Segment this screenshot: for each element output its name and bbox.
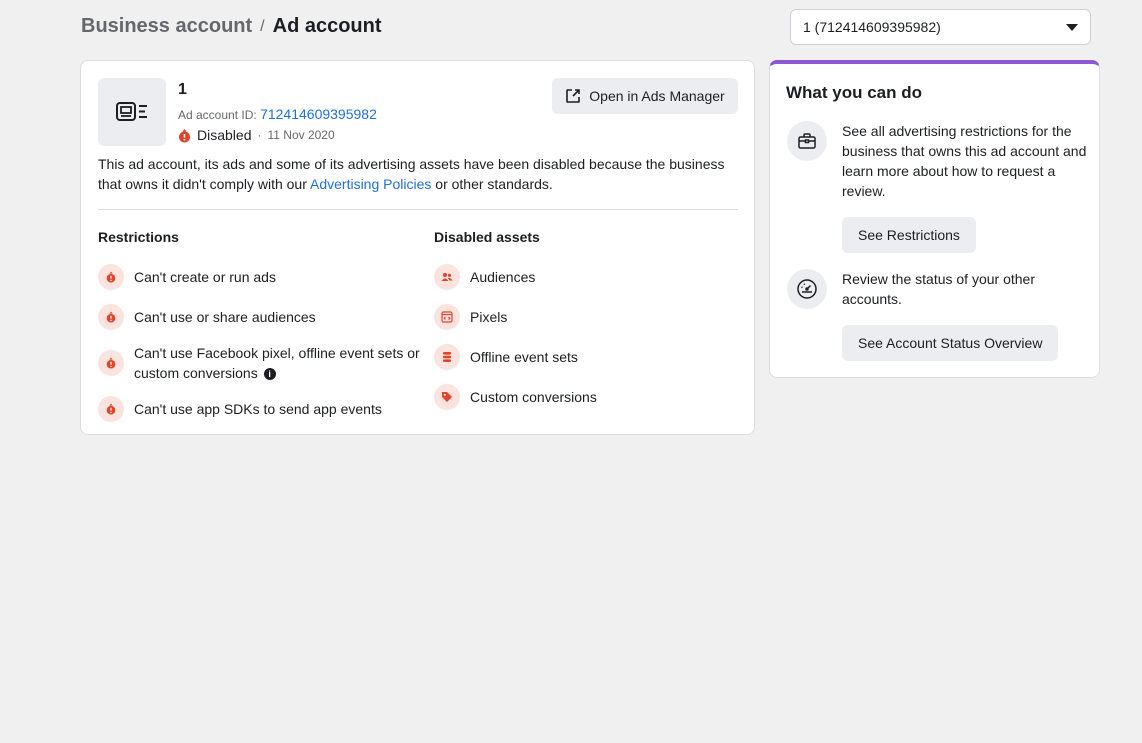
restriction-label: Can't create or run ads [134,269,276,285]
ad-account-name: 1 [178,81,187,98]
disabled-asset-label: Offline event sets [470,349,578,365]
restriction-label: Can't use or share audiences [134,309,316,325]
status-row: Disabled · 11 Nov 2020 [178,127,335,143]
tag-icon [434,384,460,410]
ad-account-icon [98,78,166,146]
open-in-ads-manager-label: Open in Ads Manager [589,88,725,104]
status-separator: · [257,128,262,142]
ad-account-id-link[interactable]: 712414609395982 [260,106,377,122]
info-icon[interactable]: i [263,368,276,380]
restrictions-list: Can't create or run ads Can't use or sha… [98,257,428,429]
what-you-can-do-title: What you can do [786,83,922,102]
see-account-status-overview-button[interactable]: See Account Status Overview [842,325,1059,361]
disabled-asset-item: Custom conversions [434,377,734,417]
people-icon [434,264,460,290]
restriction-item: Can't use Facebook pixel, offline event … [98,337,428,389]
restriction-label: Can't use app SDKs to send app events [134,401,382,417]
restrictions-title: Restrictions [98,229,179,245]
account-select-value: 1 (712414609395982) [803,19,941,35]
disabled-asset-item: Offline event sets [434,337,734,377]
divider [98,209,738,210]
restriction-alert-icon [98,396,124,422]
caret-down-icon [1066,23,1078,31]
restrictions-help-text: See all advertising restrictions for the… [842,123,1087,199]
restriction-item: Can't create or run ads [98,257,428,297]
disabled-asset-label: Audiences [470,269,536,285]
page-title: Ad account [272,15,382,37]
account-description: This ad account, its ads and some of its… [98,154,738,194]
disabled-asset-label: Pixels [470,309,508,325]
disabled-asset-label: Custom conversions [470,389,597,405]
description-text-end: or other standards. [431,176,553,192]
breadcrumb-separator: / [260,17,265,35]
open-in-ads-manager-button[interactable]: Open in Ads Manager [552,78,738,114]
ad-account-card: 1 Ad account ID: 712414609395982 Disable… [80,60,755,435]
disabled-assets-list: Audiences Pixels Offline event sets Cust… [434,257,734,417]
breadcrumb-business-account[interactable]: Business account [81,15,252,38]
database-icon [434,344,460,370]
restriction-label: Can't use Facebook pixel, offline event … [134,345,420,381]
status-badge: Disabled [197,127,252,143]
restriction-item: Can't use app SDKs to send app events [98,389,428,429]
disabled-icon [178,128,191,143]
restriction-alert-icon [98,264,124,290]
breadcrumb: Business account / Ad account [81,15,382,38]
account-status-help-text: Review the status of your other accounts… [842,271,1035,307]
see-restrictions-button[interactable]: See Restrictions [842,217,976,253]
disabled-assets-title: Disabled assets [434,229,540,245]
restriction-alert-icon [98,350,124,376]
external-link-icon [565,88,581,104]
restriction-alert-icon [98,304,124,330]
ad-account-id-label: Ad account ID: [178,108,257,122]
what-you-can-do-card: What you can do See all advertising rest… [769,60,1100,378]
gauge-icon [787,269,827,309]
restriction-item: Can't use or share audiences [98,297,428,337]
disabled-asset-item: Pixels [434,297,734,337]
disabled-asset-item: Audiences [434,257,734,297]
status-date: 11 Nov 2020 [267,128,335,142]
code-icon [434,304,460,330]
ad-account-id-row: Ad account ID: 712414609395982 [178,106,377,122]
briefcase-icon [787,121,827,161]
advertising-policies-link[interactable]: Advertising Policies [310,176,431,192]
account-select-dropdown[interactable]: 1 (712414609395982) [790,9,1091,45]
